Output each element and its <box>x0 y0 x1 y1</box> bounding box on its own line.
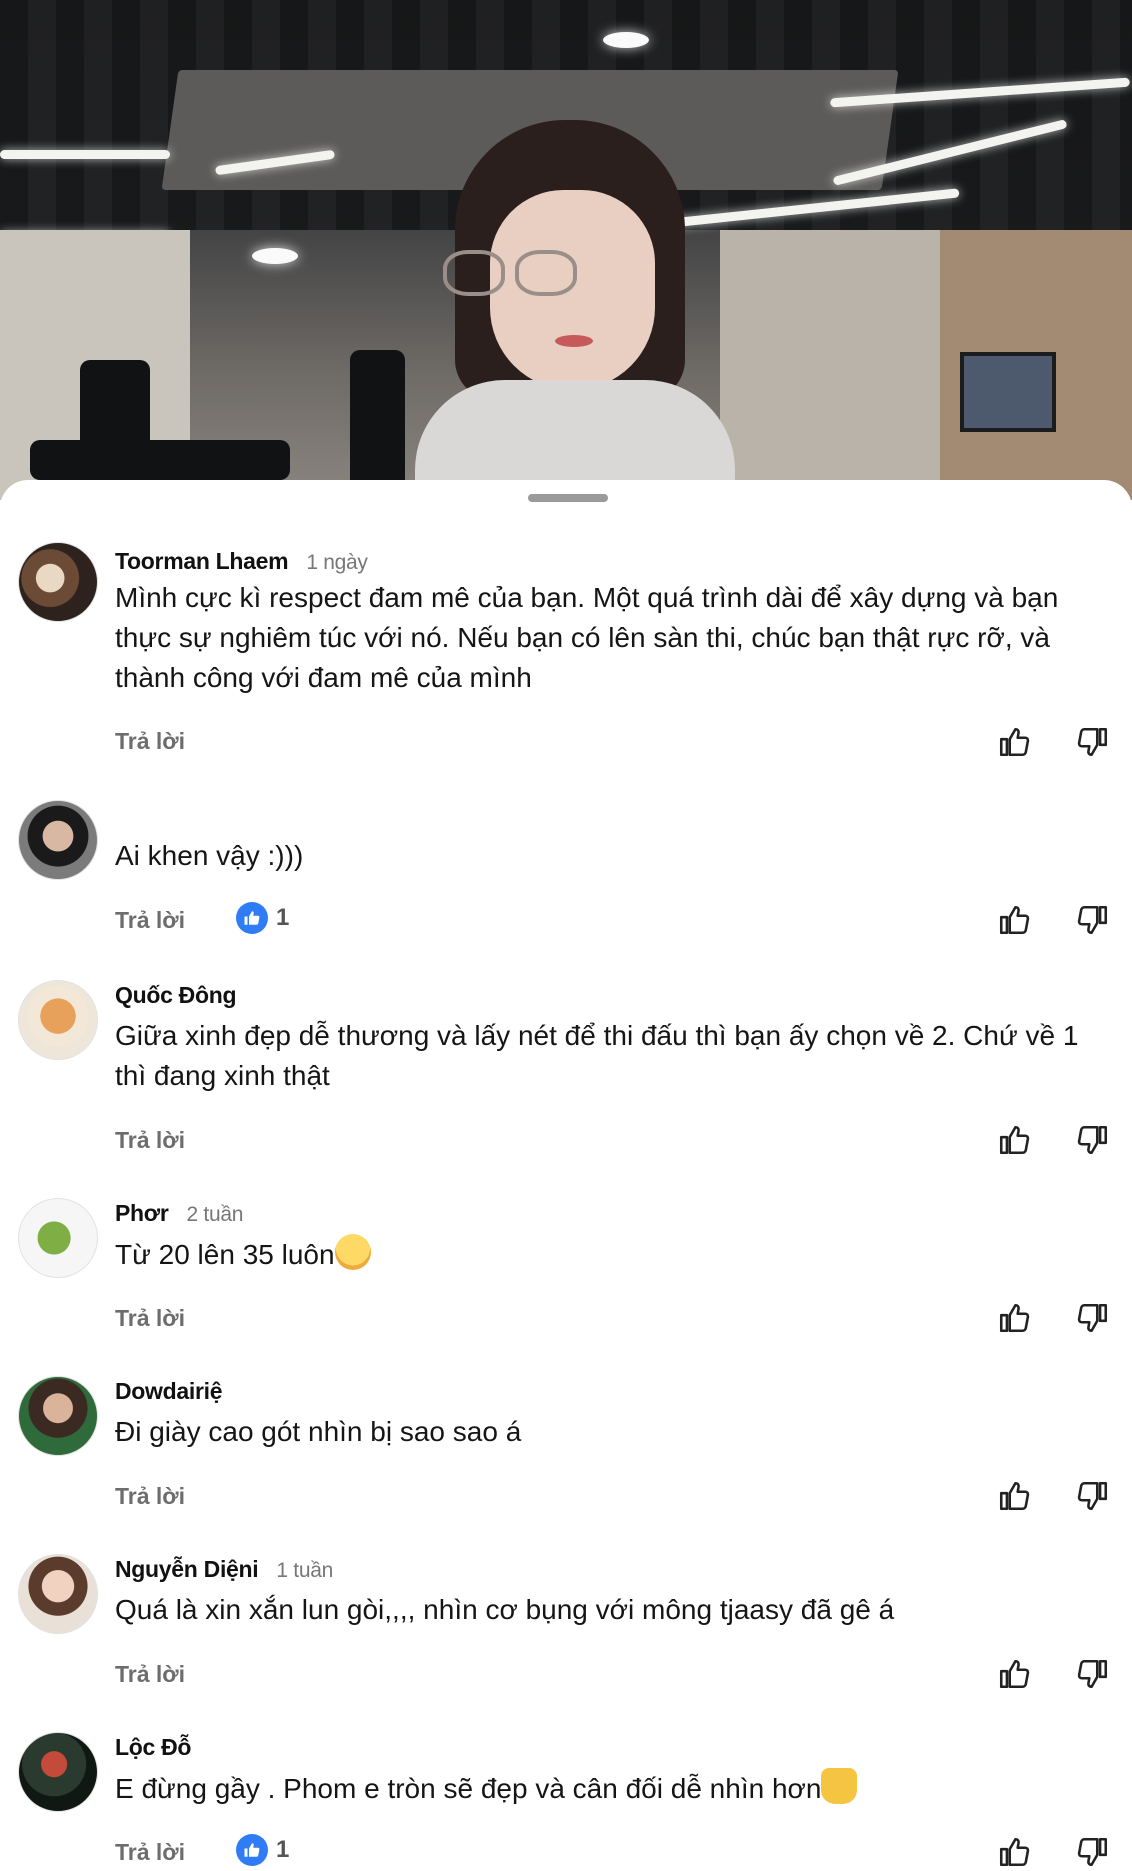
thumbs-down-icon <box>1077 1125 1108 1155</box>
like-button[interactable] <box>994 1832 1034 1871</box>
ceiling-spotlight <box>252 248 298 264</box>
comment-text: Quá là xin xắn lun gòi,,,, nhìn cơ bụng … <box>115 1594 895 1625</box>
reply-button[interactable]: Trả lời <box>115 907 185 934</box>
comment-text: Mình cực kì respect đam mê của bạn. Một … <box>115 582 1059 693</box>
thumbs-down-icon <box>1077 1659 1108 1689</box>
dislike-button[interactable] <box>1073 1120 1113 1160</box>
avatar[interactable] <box>18 1554 98 1634</box>
like-button[interactable] <box>994 1476 1034 1516</box>
video-frame[interactable] <box>0 0 1132 500</box>
thumbs-down-icon <box>1077 1837 1108 1867</box>
thumbs-up-icon <box>999 1125 1030 1155</box>
comment-username[interactable]: Quốc Đông <box>115 982 254 1009</box>
video-subject <box>395 120 755 500</box>
thumbs-down-icon <box>1077 905 1108 935</box>
like-count-badge: 1 <box>236 1834 289 1866</box>
thumbs-down-icon <box>1077 727 1108 757</box>
thumbs-up-icon <box>999 1659 1030 1689</box>
thumbs-up-icon <box>999 1481 1030 1511</box>
avatar[interactable] <box>18 800 98 880</box>
thumbs-down-icon <box>1077 1481 1108 1511</box>
thumbs-up-icon <box>999 727 1030 757</box>
dislike-button[interactable] <box>1073 1476 1113 1516</box>
gym-wall <box>720 230 960 500</box>
thumbs-up-icon <box>999 905 1030 935</box>
ceiling-light <box>0 150 170 159</box>
comment-username[interactable]: Nguyễn Diệni 1 tuần <box>115 1556 333 1583</box>
comment-username[interactable]: Dowdairiệ <box>115 1378 240 1405</box>
comment-text: E đừng gầy . Phom e tròn sẽ đẹp và cân đ… <box>115 1768 1115 1809</box>
reply-button[interactable]: Trả lời <box>115 1483 185 1510</box>
avatar[interactable] <box>18 980 98 1060</box>
like-button[interactable] <box>994 722 1034 762</box>
reply-button[interactable]: Trả lời <box>115 728 185 755</box>
avatar[interactable] <box>18 1376 98 1456</box>
flushed-emoji-icon <box>334 1234 371 1270</box>
like-count-badge: 1 <box>236 902 289 934</box>
reply-button[interactable]: Trả lời <box>115 1127 185 1154</box>
reply-button[interactable]: Trả lời <box>115 1839 185 1866</box>
comment-time: 1 tuần <box>276 1559 333 1582</box>
reply-button[interactable]: Trả lời <box>115 1661 185 1688</box>
avatar[interactable] <box>18 542 98 622</box>
comment-username[interactable]: Lộc Đỗ <box>115 1734 209 1761</box>
comments-sheet: Toorman Lhaem 1 ngày Mình cực kì respect … <box>0 480 1132 1871</box>
thumbs-up-icon <box>236 902 268 934</box>
avatar[interactable] <box>18 1732 98 1812</box>
gym-bench <box>30 440 290 480</box>
thumbs-up-icon <box>999 1837 1030 1867</box>
ceiling-spotlight <box>603 32 649 48</box>
dislike-button[interactable] <box>1073 1654 1113 1694</box>
dislike-button[interactable] <box>1073 900 1113 940</box>
comment-text: Đi giày cao gót nhìn bị sao sao á <box>115 1416 522 1447</box>
comment-username[interactable]: Toorman Lhaem 1 ngày <box>115 548 368 575</box>
like-button[interactable] <box>994 1298 1034 1338</box>
reply-button[interactable]: Trả lời <box>115 1305 185 1332</box>
like-button[interactable] <box>994 900 1034 940</box>
drag-handle[interactable] <box>528 494 608 502</box>
dislike-button[interactable] <box>1073 722 1113 762</box>
comment-username[interactable] <box>115 802 133 829</box>
dislike-button[interactable] <box>1073 1298 1113 1338</box>
avatar[interactable] <box>18 1198 98 1278</box>
dislike-button[interactable] <box>1073 1832 1113 1871</box>
wall-tv <box>960 352 1056 432</box>
like-button[interactable] <box>994 1654 1034 1694</box>
thumbs-up-icon <box>999 1303 1030 1333</box>
comment-text: Giữa xinh đẹp dễ thương và lấy nét để th… <box>115 1020 1079 1091</box>
comment-text: Từ 20 lên 35 luôn <box>115 1234 1115 1275</box>
like-count: 1 <box>276 1836 290 1863</box>
comment-text: Ai khen vậy :))) <box>115 840 304 871</box>
thumbs-up-emoji-icon <box>821 1768 858 1804</box>
comment-username[interactable]: Phơr 2 tuần <box>115 1200 243 1227</box>
thumbs-down-icon <box>1077 1303 1108 1333</box>
comment-time: 1 ngày <box>306 551 368 574</box>
comment-time: 2 tuần <box>186 1203 244 1226</box>
like-count: 1 <box>276 904 290 931</box>
thumbs-up-icon <box>236 1834 268 1866</box>
like-button[interactable] <box>994 1120 1034 1160</box>
